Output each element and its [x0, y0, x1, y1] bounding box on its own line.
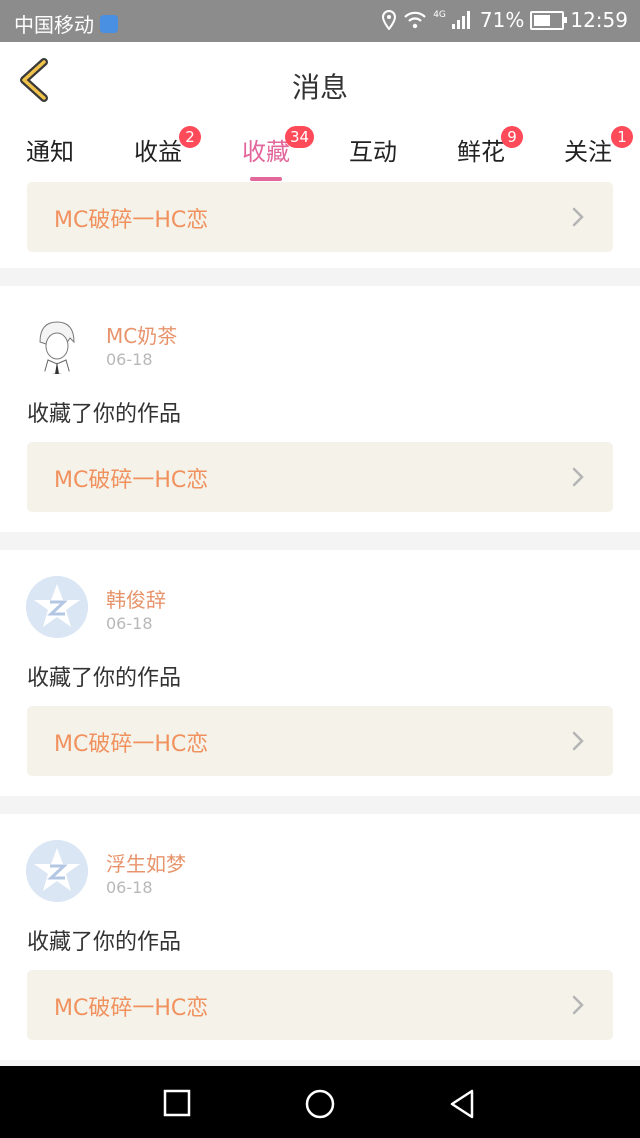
chevron-right-icon	[572, 995, 584, 1015]
battery-icon	[530, 10, 568, 30]
carrier-label: 中国移动	[14, 13, 94, 37]
default-avatar-icon	[26, 576, 88, 638]
work-link[interactable]: MC破碎一HC恋	[27, 442, 613, 512]
recent-apps-icon[interactable]	[163, 1089, 191, 1117]
list-item: 浮生如梦 06-18 收藏了你的作品 MC破碎一HC恋	[0, 814, 640, 1060]
work-link[interactable]: MC破碎一HC恋	[27, 970, 613, 1040]
list-item: MC奶茶 06-18 收藏了你的作品 MC破碎一HC恋	[0, 286, 640, 532]
unread-badge: 2	[179, 126, 201, 148]
work-title: MC破碎一HC恋	[54, 996, 209, 1021]
wifi-icon	[404, 11, 426, 29]
tab-label: 互动	[349, 138, 397, 166]
tab-label: 关注	[564, 138, 612, 166]
location-icon	[382, 10, 397, 30]
default-avatar-icon	[26, 840, 88, 902]
work-link[interactable]: MC破碎一HC恋	[27, 182, 613, 252]
shield-icon	[100, 14, 118, 33]
work-title: MC破碎一HC恋	[54, 208, 209, 233]
status-bar: 中国移动 4G 71% 12:59	[0, 0, 640, 42]
home-icon[interactable]	[304, 1088, 336, 1120]
tab-earnings[interactable]: 收益 2	[113, 126, 203, 167]
tab-label: 收益	[134, 138, 182, 166]
username[interactable]: MC奶茶	[106, 320, 177, 349]
system-nav-bar	[0, 1066, 640, 1138]
date: 06-18	[106, 878, 153, 897]
signal-icon	[451, 11, 474, 29]
unread-badge: 9	[501, 126, 523, 148]
tab-favorites[interactable]: 收藏 34	[221, 126, 315, 181]
action-text: 收藏了你的作品	[27, 930, 182, 955]
anime-avatar-icon	[26, 312, 88, 374]
battery-percent: 71%	[479, 8, 525, 32]
tab-follow[interactable]: 关注 1	[543, 126, 633, 167]
back-icon[interactable]	[448, 1088, 476, 1120]
work-link[interactable]: MC破碎一HC恋	[27, 706, 613, 776]
tab-label: 通知	[26, 138, 74, 166]
work-title: MC破碎一HC恋	[54, 468, 209, 493]
network-type: 4G	[433, 10, 446, 20]
chevron-right-icon	[572, 467, 584, 487]
tab-flowers[interactable]: 鲜花 9	[436, 126, 526, 167]
clock: 12:59	[570, 8, 628, 32]
page-title: 消息	[291, 71, 348, 104]
tab-interaction[interactable]: 互动	[328, 132, 418, 167]
favorites-list[interactable]: MC破碎一HC恋 MC奶茶 06-18 收藏了你的作品 MC破碎一HC恋 韩俊辞…	[0, 182, 640, 1066]
tab-notice[interactable]: 通知	[5, 132, 95, 167]
chevron-right-icon	[572, 731, 584, 751]
list-item: MC破碎一HC恋	[0, 182, 640, 268]
username[interactable]: 韩俊辞	[106, 584, 166, 613]
action-text: 收藏了你的作品	[27, 402, 182, 427]
date: 06-18	[106, 350, 153, 369]
user-avatar[interactable]	[26, 840, 88, 902]
chevron-right-icon	[572, 207, 584, 227]
tab-label: 收藏	[242, 138, 290, 166]
username[interactable]: 浮生如梦	[106, 848, 186, 877]
tab-label: 鲜花	[457, 138, 505, 166]
unread-badge: 1	[611, 126, 633, 148]
action-text: 收藏了你的作品	[27, 666, 182, 691]
top-app-bar: 消息	[0, 42, 640, 121]
unread-badge: 34	[285, 126, 315, 148]
user-avatar[interactable]	[26, 576, 88, 638]
work-title: MC破碎一HC恋	[54, 732, 209, 757]
message-tabs: 通知 收益 2 收藏 34 互动 鲜花 9 关注 1	[0, 120, 640, 182]
user-avatar[interactable]	[26, 312, 88, 374]
date: 06-18	[106, 614, 153, 633]
active-tab-indicator	[250, 177, 282, 181]
list-item: 韩俊辞 06-18 收藏了你的作品 MC破碎一HC恋	[0, 550, 640, 796]
